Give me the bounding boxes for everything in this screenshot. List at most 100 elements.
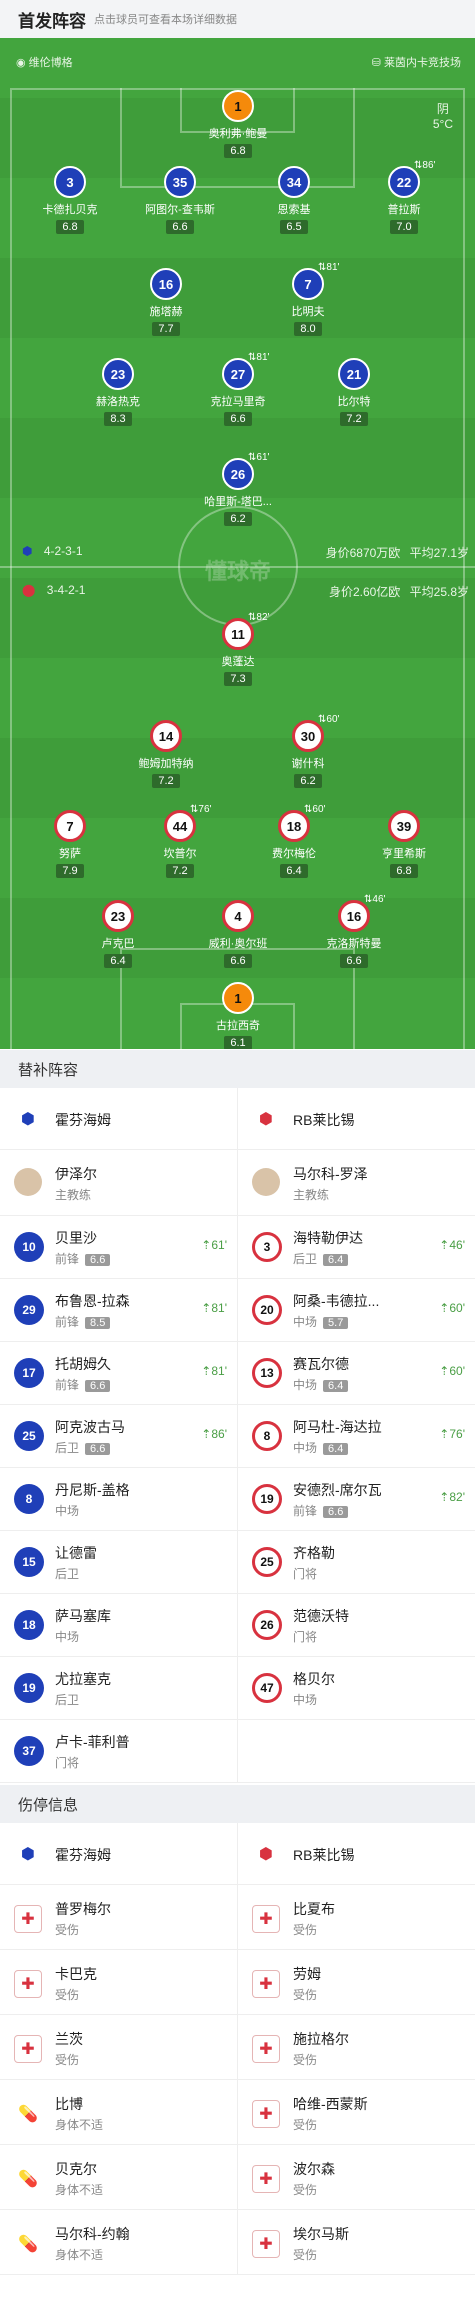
- injured-player-name: 兰茨: [55, 2031, 83, 2047]
- home-player[interactable]: 26 哈里斯-塔巴... 6.2 ⇅61': [193, 452, 283, 527]
- sub-position: 门将: [293, 1565, 317, 1582]
- player-name: 威利·奥尔班: [208, 938, 268, 950]
- home-formation: 4-2-3-1: [43, 544, 83, 558]
- away-coach-avatar: [252, 1168, 280, 1196]
- player-name: 鲍姆加特纳: [138, 758, 194, 770]
- home-player[interactable]: 34 恩索基 6.5: [249, 166, 339, 235]
- weather-text: 阴: [436, 102, 449, 116]
- home-player[interactable]: 3 卡德扎贝克 6.8: [25, 166, 115, 235]
- away-sub-cell[interactable]: 13 赛瓦尔德 中场 6.4 ⇡60': [238, 1342, 475, 1404]
- away-player[interactable]: 39 亨里希斯 6.8: [359, 810, 449, 879]
- sub-number: 19: [14, 1673, 44, 1703]
- away-injury-cell: ✚ 波尔森 受伤: [238, 2145, 475, 2209]
- sub-on-time: ⇡60': [439, 1301, 465, 1315]
- home-sub-cell[interactable]: 37 卢卡-菲利普 门将: [0, 1720, 237, 1782]
- injured-player-name: 比夏布: [293, 1901, 335, 1917]
- home-sub-cell[interactable]: 25 阿克波古马 后卫 6.6 ⇡86': [0, 1405, 237, 1467]
- away-sub-cell[interactable]: 47 格贝尔 中场: [238, 1657, 475, 1719]
- away-sub-cell[interactable]: 25 齐格勒 门将: [238, 1531, 475, 1593]
- away-player[interactable]: 23 卢克巴 6.4: [73, 900, 163, 969]
- away-sub-cell[interactable]: 26 范德沃特 门将: [238, 1594, 475, 1656]
- away-player[interactable]: 16 克洛斯特曼 6.6 ⇅46': [309, 894, 399, 969]
- sub-name: 阿马杜-海达拉: [293, 1419, 382, 1435]
- away-player[interactable]: 4 威利·奥尔班 6.6: [193, 900, 283, 969]
- home-player[interactable]: 1 奥利弗·鲍曼 6.8: [193, 90, 283, 159]
- sub-rating: 6.6: [85, 1254, 111, 1266]
- sub-number: 18: [14, 1610, 44, 1640]
- sub-position: 前锋 6.6: [55, 1250, 111, 1267]
- injury-divider: [237, 1823, 238, 2275]
- medkit-icon: ✚: [252, 1905, 280, 1933]
- home-team-name: 霍芬海姆: [55, 1847, 111, 1863]
- away-player[interactable]: 1 古拉西奇 6.1: [193, 982, 283, 1049]
- player-number: 35: [164, 166, 196, 198]
- away-team-name: RB莱比锡: [293, 1847, 355, 1863]
- home-sub-cell[interactable]: 17 托胡姆久 前锋 6.6 ⇡81': [0, 1342, 237, 1404]
- player-number: 16: [150, 268, 182, 300]
- player-name: 施塔赫: [149, 306, 183, 318]
- sub-off-time: ⇅60': [318, 714, 340, 725]
- away-player[interactable]: 14 鲍姆加特纳 7.2: [121, 720, 211, 789]
- sub-position: 后卫: [55, 1565, 79, 1582]
- home-player[interactable]: 27 克拉马里奇 6.6 ⇅81': [193, 352, 283, 427]
- player-rating: 7.2: [152, 774, 180, 788]
- sub-name: 让德雷: [55, 1545, 97, 1561]
- home-player[interactable]: 21 比尔特 7.2: [309, 358, 399, 427]
- sub-position-label: 中场: [55, 1630, 80, 1644]
- sub-rating: 5.7: [323, 1317, 349, 1329]
- home-sub-cell[interactable]: 15 让德雷 后卫: [0, 1531, 237, 1593]
- sub-position-label: 后卫: [55, 1567, 80, 1581]
- sub-rating: 6.4: [323, 1380, 349, 1392]
- away-player[interactable]: 7 努萨 7.9: [25, 810, 115, 879]
- player-number: 23: [102, 900, 134, 932]
- away-sub-cell[interactable]: 8 阿马杜-海达拉 中场 6.4 ⇡76': [238, 1405, 475, 1467]
- home-sub-cell[interactable]: 10 贝里沙 前锋 6.6 ⇡61': [0, 1216, 237, 1278]
- sub-position: 前锋 8.5: [55, 1313, 111, 1330]
- home-player[interactable]: 23 赫洛热克 8.3: [73, 358, 163, 427]
- player-name: 恩索基: [277, 204, 311, 216]
- sub-rating: 6.4: [323, 1254, 349, 1266]
- injured-player-name: 波尔森: [293, 2161, 335, 2177]
- away-sub-cell[interactable]: 19 安德烈-席尔瓦 前锋 6.6 ⇡82': [238, 1468, 475, 1530]
- away-formation-row: ⬤ 3-4-2-1: [22, 583, 85, 597]
- temperature: 5°C: [432, 117, 453, 131]
- away-sub-cell[interactable]: 20 阿桑-韦德拉... 中场 5.7 ⇡60': [238, 1279, 475, 1341]
- player-name: 亨里希斯: [382, 848, 426, 860]
- away-player[interactable]: 44 坎普尔 7.2 ⇅76': [135, 804, 225, 879]
- home-player[interactable]: 16 施塔赫 7.7: [121, 268, 211, 337]
- injury-status: 受伤: [293, 1988, 318, 2002]
- sub-position-label: 前锋: [293, 1504, 318, 1518]
- home-sub-cell[interactable]: 8 丹尼斯-盖格 中场: [0, 1468, 237, 1530]
- player-rating: 8.3: [104, 412, 132, 426]
- sub-position: 后卫 6.6: [55, 1439, 111, 1456]
- home-player[interactable]: 7 比明夫 8.0 ⇅81': [263, 262, 353, 337]
- player-name: 克拉马里奇: [210, 396, 266, 408]
- sub-position: 门将: [293, 1628, 317, 1645]
- away-sub-cell[interactable]: 3 海特勒伊达 后卫 6.4 ⇡46': [238, 1216, 475, 1278]
- home-value-row: 身价6870万欧 平均27.1岁: [326, 544, 469, 561]
- player-name: 克洛斯特曼: [326, 938, 382, 950]
- home-sub-cell[interactable]: 19 尤拉塞克 后卫: [0, 1657, 237, 1719]
- home-formation-row: ⬢ 4-2-3-1: [22, 544, 83, 558]
- away-player[interactable]: 30 谢什科 6.2 ⇅60': [263, 714, 353, 789]
- venue-info: ⛁ 莱茵内卡竞技场: [372, 54, 461, 70]
- sub-rating: 6.6: [85, 1443, 111, 1455]
- away-player[interactable]: 18 费尔梅伦 6.4 ⇅60': [249, 804, 339, 879]
- player-number: 23: [102, 358, 134, 390]
- away-player[interactable]: 11 奥蓬达 7.3 ⇅82': [193, 612, 283, 687]
- sub-name: 卢卡-菲利普: [55, 1734, 130, 1750]
- injury-status: 受伤: [293, 2118, 318, 2132]
- sub-on-time: ⇡60': [439, 1364, 465, 1378]
- sub-number: 47: [252, 1673, 282, 1703]
- medkit-icon: ✚: [252, 1970, 280, 1998]
- home-player[interactable]: 22 普拉斯 7.0 ⇅86': [359, 160, 449, 235]
- sub-position-label: 后卫: [293, 1252, 318, 1266]
- home-coach-cell[interactable]: 伊泽尔 主教练: [0, 1150, 237, 1215]
- player-rating: 6.1: [224, 1036, 252, 1049]
- home-player[interactable]: 35 阿图尔-查韦斯 6.6: [135, 166, 225, 235]
- away-coach-cell[interactable]: 马尔科-罗泽 主教练: [238, 1150, 475, 1215]
- home-sub-cell[interactable]: 29 布鲁恩-拉森 前锋 8.5 ⇡81': [0, 1279, 237, 1341]
- sub-position: 后卫 6.4: [293, 1250, 349, 1267]
- home-sub-cell[interactable]: 18 萨马塞库 中场: [0, 1594, 237, 1656]
- subs-divider: [237, 1088, 238, 1783]
